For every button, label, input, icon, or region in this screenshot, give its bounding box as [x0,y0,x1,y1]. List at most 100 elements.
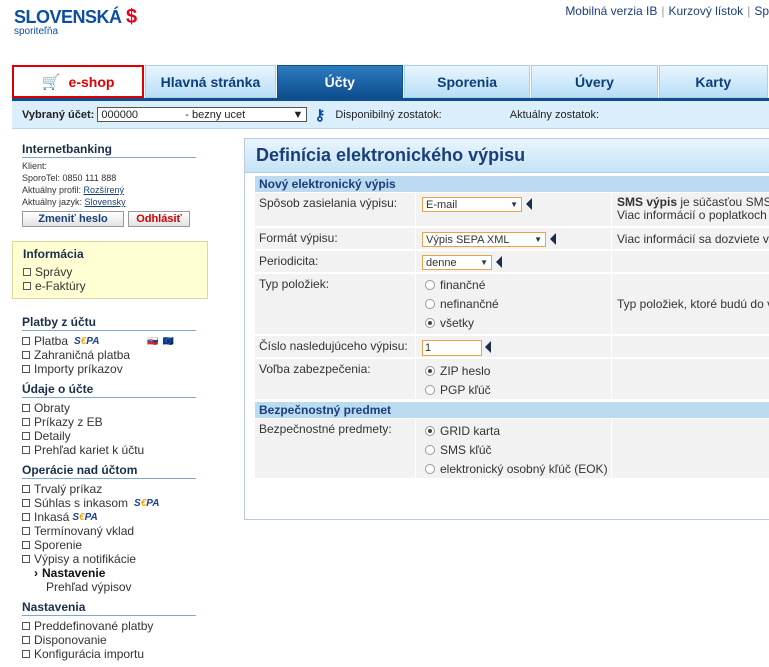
tab-eshop[interactable]: 🛒 e-shop [12,65,145,98]
radio-selected-icon [425,366,435,376]
tab-cards[interactable]: Karty [658,65,768,98]
sidebar-item-import-config[interactable]: Konfigurácia importu [22,647,210,661]
radio-selected-icon [425,318,435,328]
tab-eshop-label: e-shop [68,73,115,90]
radio-eok[interactable]: elektronický osobný kľúč (EOK) [425,462,608,476]
radio-grid-card[interactable]: GRID karta [425,424,500,438]
sidebar-item-einvoices[interactable]: e-Faktúry [23,279,197,293]
profile-link[interactable]: Rozšírený [84,185,125,195]
radio-nonfinancial[interactable]: nefinančné [425,297,499,311]
bank-logo[interactable]: SLOVENSKÁ $ sporiteľňa [14,6,137,37]
sepa-logo: S€PA [72,511,98,523]
bullet-icon [22,404,30,412]
help-arrow-icon[interactable] [550,233,556,245]
item-type-label: Typ položiek: [259,277,330,291]
account-bar: Vybraný účet: 000000 - bezny ucet ▼ ⚷ Di… [12,101,769,129]
sidebar-item-messages[interactable]: Správy [23,265,197,279]
sidebar-item-foreign-payment[interactable]: Zahraničná platba [22,348,210,362]
periodicity-label: Periodicita: [259,254,319,268]
tab-savings[interactable]: Sporenia [403,65,531,98]
periodicity-value: denne [426,256,457,269]
logo-text: SLOVENSKÁ [14,7,122,27]
radio-icon [425,299,435,309]
next-number-input[interactable]: 1 [422,340,482,356]
profile-label: Aktuálny profil: [22,185,82,195]
bullet-icon [23,268,31,276]
format-select[interactable]: Výpis SEPA XML ▼ [422,232,546,247]
sidebar-item-direct-debit-consent[interactable]: Súhlas s inkasom S€PA [22,496,210,510]
logo-s-icon: $ [126,6,137,28]
chevron-right-icon: › [34,566,38,580]
row-security-choice: Voľba zabezpečenia: ZIP heslo PGP kľúč [255,359,769,400]
language-link[interactable]: Slovensky [85,197,126,207]
delivery-method-select[interactable]: E-mail ▼ [422,197,522,212]
sidebar-item-payment[interactable]: Platba S€PA 🇸🇰 🇪🇺 [22,334,210,348]
available-balance-label: Disponibilný zostatok: [335,108,442,121]
flag-eu-icon: 🇪🇺 [162,335,174,346]
chevron-down-icon: ▼ [534,235,542,244]
bullet-icon [22,365,30,373]
sidebar-item-direct-debits[interactable]: Inkasá S€PA [22,510,210,524]
account-type: - bezny ucet [185,108,246,121]
sidebar-item-term-deposit[interactable]: Termínovaný vklad [22,524,210,538]
help-arrow-icon[interactable] [526,198,532,210]
section-payments: Platby z účtu [22,315,196,331]
bullet-icon [22,541,30,549]
bullet-icon [22,446,30,454]
radio-selected-icon [425,426,435,436]
row-periodicity: Periodicita: denne ▼ [255,251,769,273]
sidebar-item-disposition[interactable]: Disponovanie [22,633,210,647]
sidebar-item-statements[interactable]: Výpisy a notifikácie [22,552,210,566]
exchange-rate-link[interactable]: Kurzový lístok [668,4,743,18]
radio-icon [425,280,435,290]
security-choice-label: Voľba zabezpečenia: [259,362,371,376]
section-security-item: Bezpečnostný predmet [255,402,769,418]
sidebar-item-predefined-payments[interactable]: Preddefinované platby [22,619,210,633]
radio-zip-password[interactable]: ZIP heslo [425,364,490,378]
cart-icon: 🛒 [41,73,61,91]
sepa-logo: S€PA [134,497,160,509]
radio-sms-key[interactable]: SMS kľúč [425,443,492,457]
account-select[interactable]: 000000 - bezny ucet ▼ [97,107,308,122]
main-tabs: 🛒 e-shop Hlavná stránka Účty Sporenia Úve… [12,65,769,99]
bullet-icon [22,636,30,644]
key-icon[interactable]: ⚷ [314,106,325,124]
sidebar-subitem-statement-overview[interactable]: Prehľad výpisov [46,580,210,594]
radio-all[interactable]: všetky [425,316,474,330]
format-label: Formát výpisu: [259,231,338,245]
account-number: 000000 [101,108,139,121]
bullet-icon [22,622,30,630]
change-password-button[interactable]: Zmeniť heslo [22,211,124,227]
tab-loans[interactable]: Úvery [531,65,658,98]
row-format: Formát výpisu: Výpis SEPA XML ▼ Viac info… [255,228,769,250]
section-new-statement: Nový elektronický výpis [255,176,769,192]
row-next-number: Číslo nasledujúceho výpisu: 1 [255,336,769,358]
sidebar-item-details[interactable]: Detaily [22,429,210,443]
page-title: Definícia elektronického výpisu [245,139,769,173]
periodicity-select[interactable]: denne ▼ [422,255,492,270]
sidebar-item-standing-order[interactable]: Trvalý príkaz [22,482,210,496]
radio-icon [425,445,435,455]
help-arrow-icon[interactable] [496,256,502,268]
help-arrow-icon[interactable] [485,341,491,353]
radio-financial[interactable]: finančné [425,278,485,292]
logout-button[interactable]: Odhlásiť [128,211,190,227]
sidebar-item-turnovers[interactable]: Obraty [22,401,210,415]
radio-pgp-key[interactable]: PGP kľúč [425,383,491,397]
mobile-version-link[interactable]: Mobilná verzia IB [565,4,657,18]
tab-accounts[interactable]: Účty [276,65,403,98]
bullet-icon [23,282,31,290]
sidebar-item-cards-overview[interactable]: Prehľad kariet k účtu [22,443,210,457]
sidebar-subitem-settings[interactable]: › Nastavenie [34,566,210,580]
sidebar: Internetbanking Klient: SporoTel: 0850 1… [22,142,210,227]
info-title: Informácia [23,247,84,261]
tab-home[interactable]: Hlavná stránka [145,65,276,98]
sidebar-item-eb-orders[interactable]: Príkazy z EB [22,415,210,429]
internetbanking-title: Internetbanking [22,142,196,158]
sepa-logo: S€PA [74,335,100,347]
sidebar-item-imports[interactable]: Importy príkazov [22,362,210,376]
sidebar-item-saving[interactable]: Sporenie [22,538,210,552]
chevron-down-icon: ▼ [510,200,518,209]
chevron-down-icon: ▼ [292,108,304,121]
top-link-cut[interactable]: Sp [754,4,769,18]
